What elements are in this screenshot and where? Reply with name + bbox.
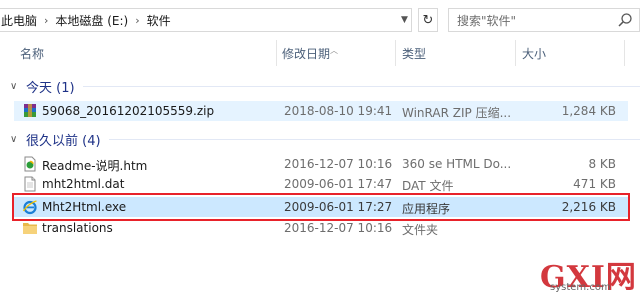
column-header-row: 名称 ︿ 修改日期 类型 大小 <box>0 38 640 68</box>
folder-icon <box>23 223 37 234</box>
group-label: 今天 (1) <box>26 80 75 96</box>
file-row[interactable]: translations 2016-12-07 10:16 文件夹 <box>14 218 628 238</box>
file-name: mht2html.dat <box>42 177 125 191</box>
group-divider <box>82 85 640 87</box>
column-divider[interactable] <box>395 40 396 66</box>
column-divider[interactable] <box>276 40 277 66</box>
file-row[interactable]: 59068_20161202105559.zip 2018-08-10 19:4… <box>14 101 628 121</box>
file-type: WinRAR ZIP 压缩... <box>402 106 512 120</box>
breadcrumb-this-pc[interactable]: 此电脑 <box>0 12 39 29</box>
column-header-name[interactable]: 名称 <box>20 45 44 62</box>
search-icon[interactable] <box>617 12 633 28</box>
column-header-type[interactable]: 类型 <box>402 45 426 62</box>
file-type: DAT 文件 <box>402 179 454 193</box>
group-label: 很久以前 (4) <box>26 133 101 149</box>
file-name: Readme-说明.htm <box>42 159 148 173</box>
file-date: 2016-12-07 10:16 <box>284 157 393 171</box>
group-divider <box>108 138 640 140</box>
search-placeholder: 搜索"软件" <box>457 13 517 28</box>
sort-indicator-icon: ︿ <box>330 46 338 55</box>
group-header-today[interactable]: ∨ 今天 (1) <box>10 76 640 96</box>
file-name: 59068_20161202105559.zip <box>42 104 215 118</box>
site-watermark-logo: GXI网 system.com <box>538 252 638 296</box>
file-date: 2018-08-10 19:41 <box>284 104 393 118</box>
column-header-size[interactable]: 大小 <box>522 45 546 62</box>
highlight-box <box>12 193 630 221</box>
breadcrumb-drive-e[interactable]: 本地磁盘 (E:) <box>53 12 130 29</box>
column-divider[interactable] <box>624 40 625 66</box>
collapse-chevron-icon[interactable]: ∨ <box>10 81 26 92</box>
collapse-chevron-icon[interactable]: ∨ <box>10 134 26 145</box>
search-input[interactable]: 搜索"软件" <box>448 8 640 32</box>
breadcrumb-software[interactable]: 软件 <box>145 12 173 29</box>
file-date: 2009-06-01 17:47 <box>284 177 393 191</box>
winrar-zip-icon <box>24 104 36 117</box>
group-header-long-ago[interactable]: ∨ 很久以前 (4) <box>10 129 640 149</box>
file-size: 1,284 KB <box>561 104 616 118</box>
breadcrumb-separator-icon[interactable]: › <box>39 14 53 27</box>
file-type: 文件夹 <box>402 223 439 237</box>
breadcrumb-separator-icon[interactable]: › <box>130 14 144 27</box>
file-name: translations <box>42 221 113 235</box>
column-header-date[interactable]: 修改日期 <box>282 45 330 62</box>
watermark-domain: system.com <box>550 282 611 293</box>
file-row[interactable]: mht2html.dat 2009-06-01 17:47 DAT 文件 471… <box>14 174 628 194</box>
column-divider[interactable] <box>515 40 516 66</box>
address-history-dropdown-icon[interactable]: ▼ <box>396 8 413 32</box>
html-document-icon <box>24 156 36 172</box>
file-type: 360 se HTML Do... <box>402 157 512 171</box>
address-bar-row: 此电脑 › 本地磁盘 (E:) › 软件 ▼ ↻ 搜索"软件" <box>0 0 640 38</box>
file-size: 8 KB <box>588 157 616 171</box>
address-bar[interactable]: 此电脑 › 本地磁盘 (E:) › 软件 <box>0 8 412 32</box>
file-row[interactable]: Readme-说明.htm 2016-12-07 10:16 360 se HT… <box>14 154 628 174</box>
refresh-icon[interactable]: ↻ <box>418 8 438 32</box>
file-date: 2016-12-07 10:16 <box>284 221 393 235</box>
file-size: 471 KB <box>573 177 616 191</box>
dat-file-icon <box>24 176 36 192</box>
